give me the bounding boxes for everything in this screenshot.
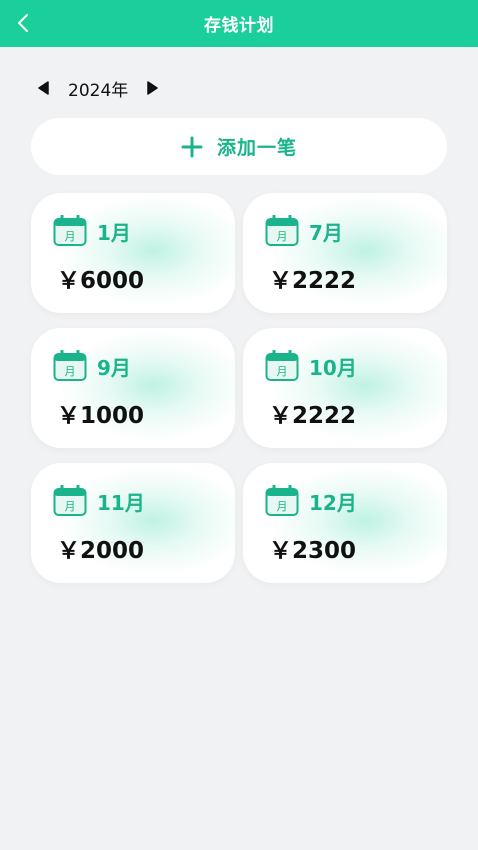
card-amount: ￥2222 [269,403,357,429]
calendar-icon: 月 [265,215,299,246]
month-card[interactable]: 月 9月 ￥1000 [31,328,235,448]
month-card[interactable]: 月 1月 ￥6000 [31,193,235,313]
card-amount: ￥2000 [57,538,145,564]
calendar-icon: 月 [53,350,87,381]
next-year-button[interactable] [144,79,162,97]
prev-year-button[interactable] [34,79,52,97]
calendar-icon-text: 月 [277,500,288,513]
card-month: 1月 [97,221,131,245]
card-amount: ￥1000 [57,403,145,429]
page-title: 存钱计划 [204,16,274,36]
calendar-icon: 月 [53,215,87,246]
calendar-icon: 月 [265,350,299,381]
calendar-icon-text: 月 [65,500,76,513]
add-entry-label: 添加一笔 [216,137,297,159]
month-card[interactable]: 月 10月 ￥2222 [243,328,447,448]
card-month: 10月 [309,356,357,380]
card-amount: ￥6000 [57,268,145,294]
card-month: 12月 [309,491,357,515]
plus-icon [181,136,203,157]
triangle-left-icon [38,81,49,95]
top-bar: 存钱计划 [0,0,478,47]
month-card[interactable]: 月 11月 ￥2000 [31,463,235,583]
card-amount: ￥2300 [269,538,357,564]
chevron-left-icon [18,14,28,32]
calendar-icon-text: 月 [277,365,288,378]
back-button[interactable] [12,12,34,34]
calendar-icon: 月 [53,485,87,516]
card-month: 11月 [97,491,145,515]
year-selector: 2024年 [34,76,162,101]
calendar-icon-text: 月 [65,365,76,378]
card-month: 9月 [97,356,131,380]
add-entry-button[interactable]: 添加一笔 [31,118,447,175]
calendar-icon: 月 [265,485,299,516]
calendar-icon-text: 月 [65,230,76,243]
month-card[interactable]: 月 12月 ￥2300 [243,463,447,583]
card-amount: ￥2222 [269,268,357,294]
calendar-icon-text: 月 [277,230,288,243]
card-month: 7月 [309,221,343,245]
triangle-right-icon [147,81,159,95]
year-label: 2024年 [68,80,129,101]
month-card[interactable]: 月 7月 ￥2222 [243,193,447,313]
